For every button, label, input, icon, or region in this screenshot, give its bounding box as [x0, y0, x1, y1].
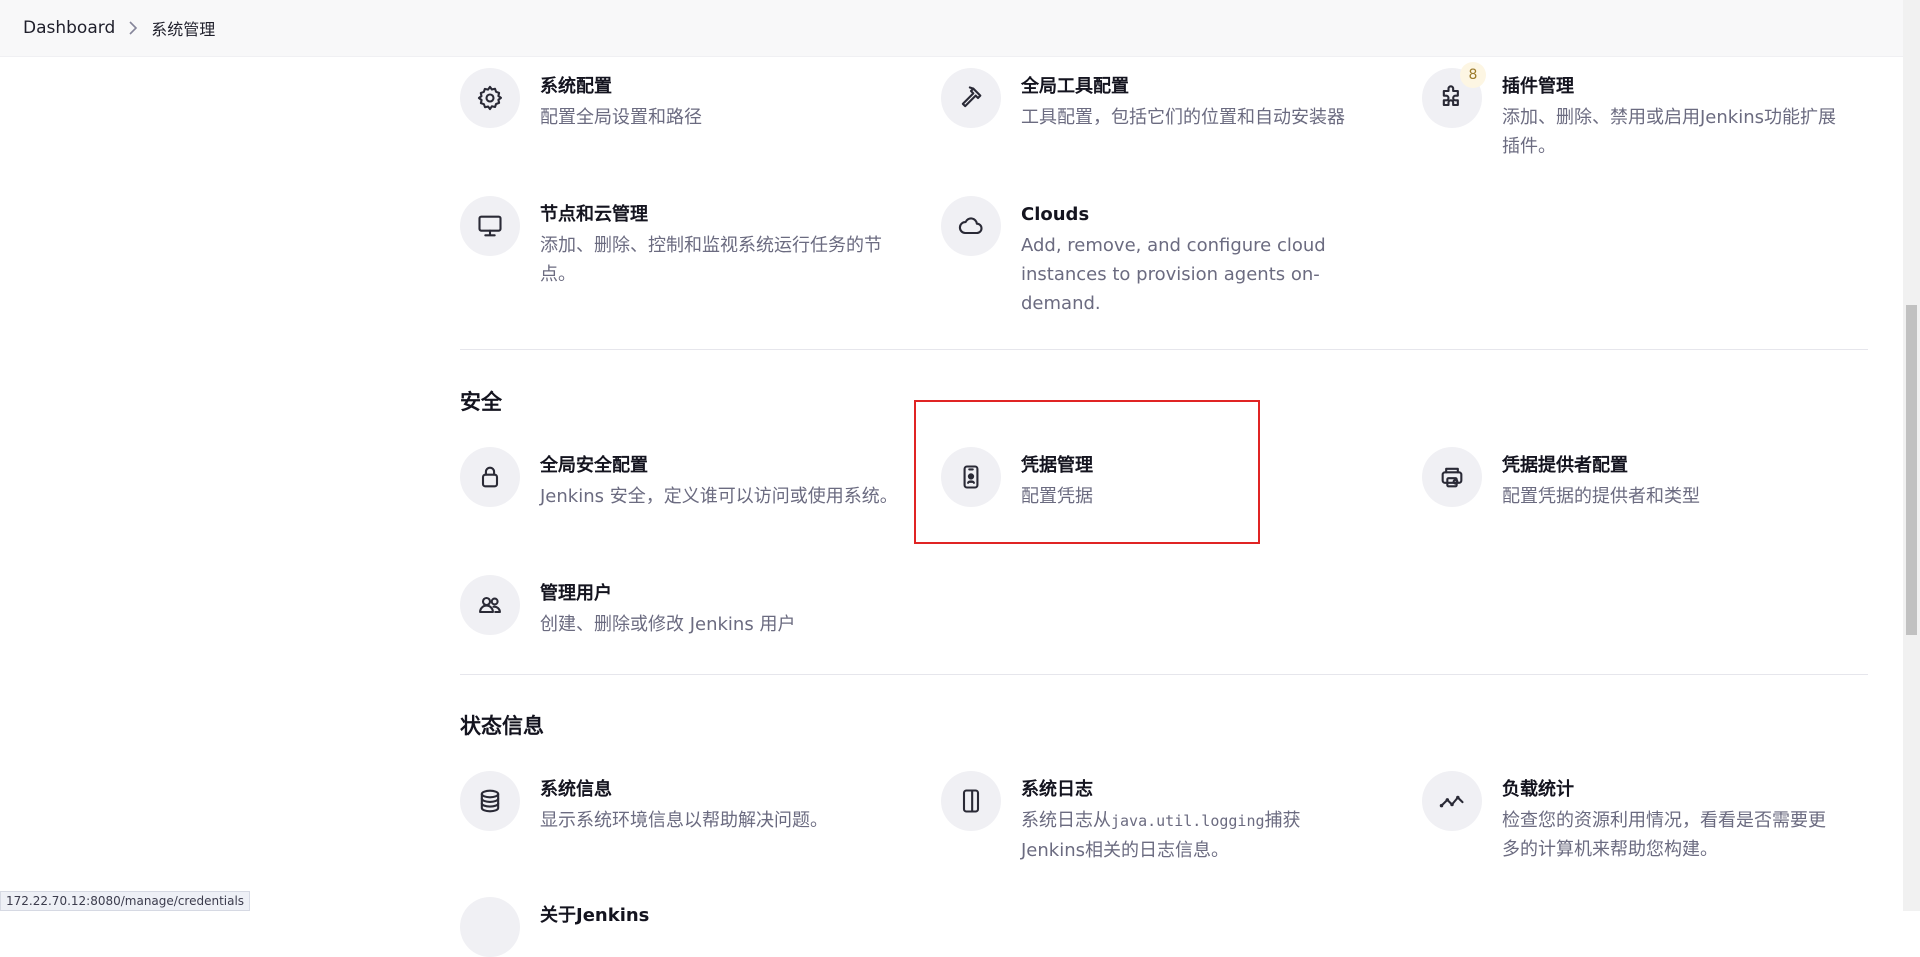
item-title: 全局工具配置: [1021, 74, 1345, 100]
puzzle-icon: 8: [1422, 68, 1482, 128]
section-title-status: 状态信息: [460, 710, 544, 740]
global-security-link[interactable]: 全局安全配置 Jenkins 安全，定义谁可以访问或使用系统。: [460, 447, 900, 511]
item-desc: 添加、删除、禁用或启用Jenkins功能扩展插件。: [1502, 103, 1842, 161]
cloud-icon: [941, 196, 1001, 256]
item-title: 负载统计: [1502, 777, 1842, 803]
log-desc-prefix: 系统日志从: [1021, 810, 1111, 831]
nodes-link[interactable]: 节点和云管理 添加、删除、控制和监视系统运行任务的节点。: [460, 196, 900, 289]
global-tools-link[interactable]: 全局工具配置 工具配置，包括它们的位置和自动安装器: [941, 68, 1381, 132]
system-config-link[interactable]: 系统配置 配置全局设置和路径: [460, 68, 900, 132]
credential-providers-link[interactable]: 凭据提供者配置 配置凭据的提供者和类型: [1422, 447, 1842, 511]
item-desc: 显示系统环境信息以帮助解决问题。: [540, 806, 900, 835]
credentials-link[interactable]: 凭据管理 配置凭据: [941, 447, 1241, 511]
item-desc: 创建、删除或修改 Jenkins 用户: [540, 610, 795, 639]
id-card-icon: [941, 447, 1001, 507]
plugin-updates-badge: 8: [1460, 62, 1486, 88]
item-desc: 检查您的资源利用情况，看看是否需要更多的计算机来帮助您构建。: [1502, 806, 1842, 864]
item-title: 全局安全配置: [540, 453, 900, 479]
item-title: 管理用户: [540, 581, 795, 607]
main-content: 系统配置 配置全局设置和路径 全局工具配置 工具配置，包括它们的位置和自动安装器…: [460, 0, 1868, 911]
system-info-link[interactable]: 系统信息 显示系统环境信息以帮助解决问题。: [460, 771, 900, 835]
item-title: 系统配置: [540, 74, 702, 100]
trend-line-icon: [1422, 771, 1482, 831]
item-title: 凭据管理: [1021, 453, 1093, 479]
load-stats-link[interactable]: 负载统计 检查您的资源利用情况，看看是否需要更多的计算机来帮助您构建。: [1422, 771, 1842, 864]
hammer-icon: [941, 68, 1001, 128]
manage-users-link[interactable]: 管理用户 创建、删除或修改 Jenkins 用户: [460, 575, 900, 639]
info-icon: [460, 897, 520, 957]
item-title: 节点和云管理: [540, 202, 900, 228]
lock-icon: [460, 447, 520, 507]
about-jenkins-link[interactable]: 关于Jenkins: [460, 897, 900, 957]
scrollbar-thumb[interactable]: [1906, 305, 1917, 635]
status-bar-url: 172.22.70.12:8080/manage/credentials: [0, 891, 250, 911]
item-title: 系统日志: [1021, 777, 1361, 803]
item-desc: 配置凭据: [1021, 482, 1093, 511]
item-desc: 配置全局设置和路径: [540, 103, 702, 132]
section-title-security: 安全: [460, 386, 502, 416]
item-desc: Add, remove, and configure cloud instanc…: [1021, 231, 1341, 318]
breadcrumb-dashboard[interactable]: Dashboard: [23, 15, 115, 41]
item-desc: 配置凭据的提供者和类型: [1502, 482, 1700, 511]
gear-icon: [460, 68, 520, 128]
item-title: 关于Jenkins: [540, 903, 649, 929]
system-log-link[interactable]: 系统日志 系统日志从java.util.logging捕获Jenkins相关的日…: [941, 771, 1361, 865]
item-desc: 系统日志从java.util.logging捕获Jenkins相关的日志信息。: [1021, 806, 1361, 865]
section-divider: [460, 349, 1868, 350]
item-title: 凭据提供者配置: [1502, 453, 1700, 479]
item-desc: 工具配置，包括它们的位置和自动安装器: [1021, 103, 1345, 132]
plugins-link[interactable]: 8 插件管理 添加、删除、禁用或启用Jenkins功能扩展插件。: [1422, 68, 1842, 161]
key-provider-icon: [1422, 447, 1482, 507]
item-title: Clouds: [1021, 202, 1341, 228]
item-title: 插件管理: [1502, 74, 1842, 100]
database-icon: [460, 771, 520, 831]
monitor-icon: [460, 196, 520, 256]
item-desc: Jenkins 安全，定义谁可以访问或使用系统。: [540, 482, 900, 511]
page-header: Dashboard 系统管理: [0, 0, 1920, 57]
clouds-link[interactable]: Clouds Add, remove, and configure cloud …: [941, 196, 1341, 318]
log-desc-code: java.util.logging: [1111, 812, 1265, 830]
scrollbar[interactable]: [1903, 0, 1920, 911]
item-title: 系统信息: [540, 777, 900, 803]
users-icon: [460, 575, 520, 635]
section-divider: [460, 674, 1868, 675]
item-desc: 添加、删除、控制和监视系统运行任务的节点。: [540, 231, 900, 289]
breadcrumb-current[interactable]: 系统管理: [151, 13, 215, 43]
chevron-right-icon: [115, 21, 151, 35]
log-panel-icon: [941, 771, 1001, 831]
